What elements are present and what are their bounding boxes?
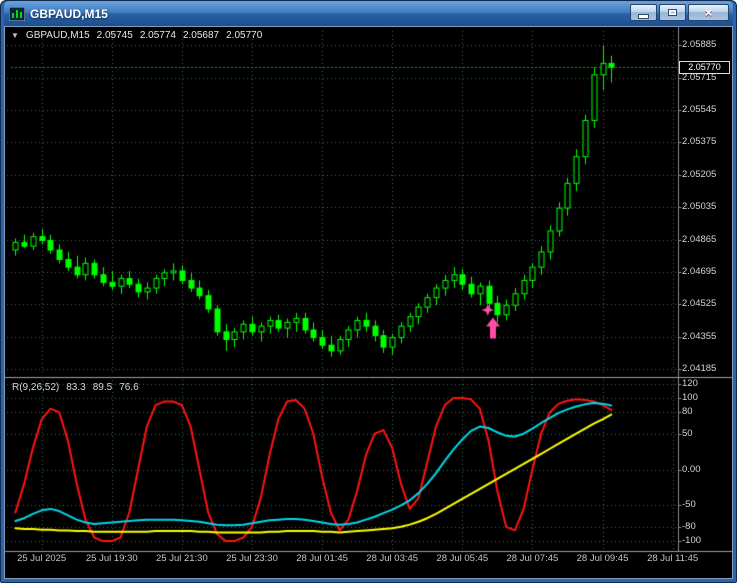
price-scale-label: 2.04695 xyxy=(682,265,717,277)
indicator-scale-label: 80 xyxy=(682,406,693,418)
price-scale-label: 2.05885 xyxy=(682,39,717,51)
indicator-scale-label: 100 xyxy=(682,391,698,403)
time-axis-label: 28 Jul 01:45 xyxy=(296,553,348,564)
minimize-icon xyxy=(638,13,649,19)
chart-overlay: ▼ GBPAUD,M15 2.05745 2.05774 2.05687 2.0… xyxy=(5,27,732,578)
low-value: 2.05687 xyxy=(182,30,220,41)
ohlc-header: ▼ GBPAUD,M15 2.05745 2.05774 2.05687 2.0… xyxy=(11,30,262,41)
indicator-scale-label: -80 xyxy=(682,520,696,532)
caption-buttons: × xyxy=(630,4,729,21)
indicator-value-signal: 76.6 xyxy=(119,382,139,393)
price-scale-label: 2.04355 xyxy=(682,330,717,342)
price-scale-label: 2.05715 xyxy=(682,71,717,83)
time-axis-label: 25 Jul 19:30 xyxy=(85,553,138,564)
indicator-scale-label: 50 xyxy=(682,427,693,439)
indicator-value-fast: 83.3 xyxy=(66,382,86,393)
high-value: 2.05774 xyxy=(139,30,176,41)
time-axis-label: 28 Jul 07:45 xyxy=(506,553,559,564)
price-scale-label: 2.04525 xyxy=(682,298,717,310)
time-axis-label: 28 Jul 05:45 xyxy=(436,553,489,564)
price-scale-label: 2.04865 xyxy=(682,233,717,245)
open-value: 2.05745 xyxy=(96,30,133,41)
time-axis-label: 28 Jul 09:45 xyxy=(576,553,629,564)
close-button[interactable]: × xyxy=(688,4,729,21)
time-axis-label: 25 Jul 21:30 xyxy=(155,553,208,564)
close-icon: × xyxy=(704,5,713,20)
indicator-scale-label: -100 xyxy=(682,535,702,547)
symbol-dropdown-icon[interactable]: ▼ xyxy=(11,31,19,40)
indicator-name: R(9,26,52) xyxy=(12,382,60,393)
minimize-button[interactable] xyxy=(630,4,657,21)
maximize-icon xyxy=(668,9,677,16)
chart-icon xyxy=(9,6,25,21)
time-axis-label: 28 Jul 03:45 xyxy=(366,553,419,564)
chart-window: GBPAUD,M15 × ▼ GBPAUD,M15 2.05745 2.0577… xyxy=(0,0,737,583)
indicator-value-slow: 89.5 xyxy=(92,382,113,393)
maximize-button[interactable] xyxy=(659,4,686,21)
price-scale-label: 2.05205 xyxy=(682,168,717,180)
time-axis-label: 25 Jul 2025 xyxy=(17,553,67,564)
current-price-label: 2.05770 xyxy=(679,60,730,74)
price-scale-label: 2.05375 xyxy=(682,136,717,148)
price-scale-label: 2.05545 xyxy=(682,104,717,116)
indicator-header: R(9,26,52) 83.3 89.5 76.6 xyxy=(12,382,139,393)
indicator-scale-label: -50 xyxy=(682,499,696,511)
indicator-scale-label: 0.00 xyxy=(682,463,701,475)
time-axis-label: 28 Jul 11:45 xyxy=(647,553,699,564)
time-axis-label: 25 Jul 23:30 xyxy=(226,553,278,564)
close-value: 2.05770 xyxy=(226,30,263,41)
indicator-scale-label: 120 xyxy=(682,377,698,389)
chart-client-area: ▼ GBPAUD,M15 2.05745 2.05774 2.05687 2.0… xyxy=(4,26,733,579)
window-title: GBPAUD,M15 xyxy=(30,6,108,21)
symbol-label: GBPAUD,M15 xyxy=(25,30,90,41)
price-scale-label: 2.05035 xyxy=(682,201,717,213)
price-scale-label: 2.04185 xyxy=(682,363,717,375)
titlebar[interactable]: GBPAUD,M15 × xyxy=(4,1,733,26)
